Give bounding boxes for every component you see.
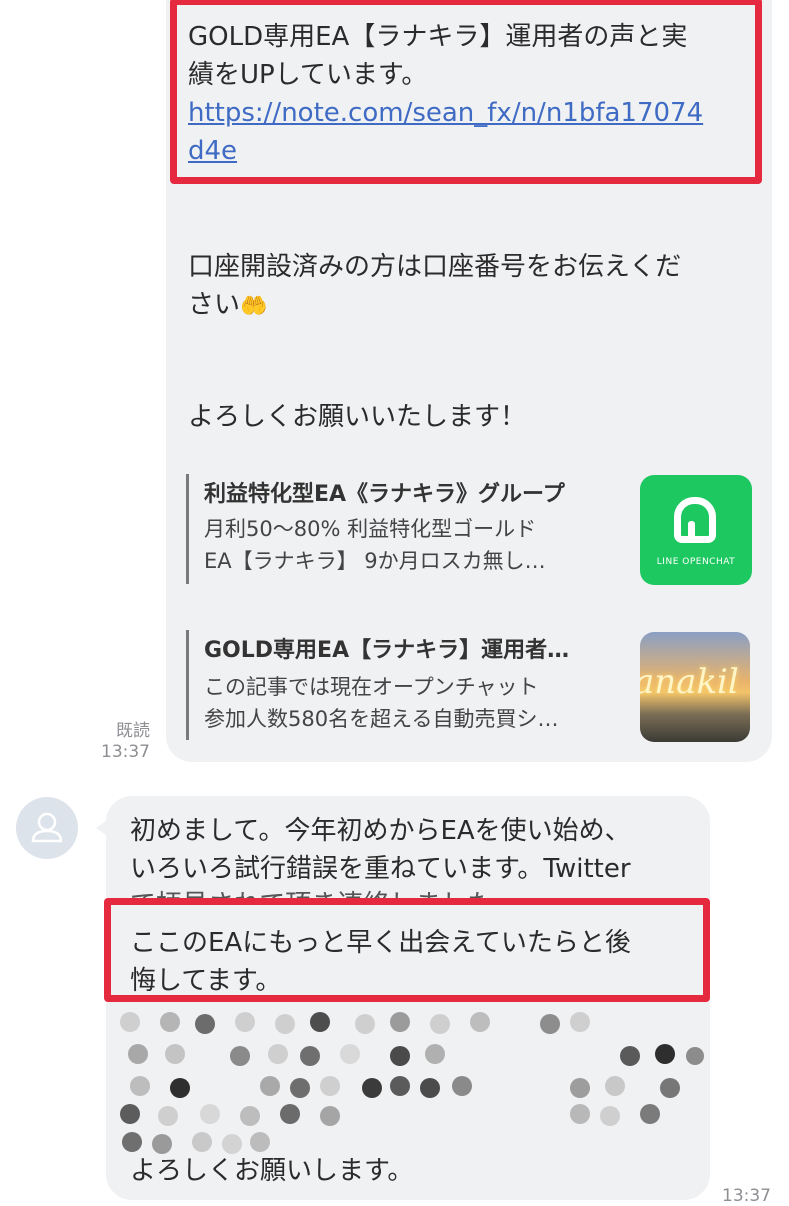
preview-title: 利益特化型EA《ラナキラ》グループ	[204, 482, 565, 507]
preview-title: GOLD専用EA【ラナキラ】運用者…	[204, 638, 570, 663]
preview-description-line1: 月利50〜80% 利益特化型ゴールド	[204, 517, 537, 541]
received-text-line1: 初めまして。今年初めからEAを使い始め、	[130, 816, 631, 846]
open-hands-emoji-icon: 🤲	[240, 294, 268, 319]
received-text-line2: いろいろ試行錯誤を重ねています。Twitter	[130, 854, 631, 884]
received-closing-text: よろしくお願いします。	[130, 1156, 414, 1186]
account-text-line1: 口座開設済みの方は口座番号をお伝えくだ	[188, 252, 682, 282]
note-article-link-cont[interactable]: d4e	[188, 132, 237, 170]
preview-description-line1: この記事では現在オープンチャット	[204, 675, 539, 699]
received-timestamp: 13:37	[722, 1186, 771, 1206]
sent-timestamp: 13:37	[101, 742, 150, 762]
intro-text-line2: 績をUPしています。	[188, 60, 428, 90]
intro-text-line1: GOLD専用EA【ラナキラ】運用者の声と実	[188, 22, 688, 52]
account-text-line2-label: さい	[188, 290, 241, 320]
highlighted-text-line1: ここのEAにもっと早く出会えていたらと後	[130, 928, 631, 958]
preview-description-line2: 参加人数580名を超える自動売買シ…	[204, 707, 559, 731]
line-openchat-thumbnail[interactable]: LINE OPENCHAT	[640, 475, 752, 585]
openchat-logo-bar	[688, 521, 695, 539]
openchat-logo-icon	[674, 497, 716, 543]
preview-description-line2: EA【ラナキラ】 9か月ロスカ無し…	[204, 549, 546, 573]
highlighted-text-line2: 悔してます。	[130, 966, 282, 996]
article-photo-thumbnail[interactable]: anakil	[640, 632, 750, 742]
person-icon	[31, 812, 63, 843]
preview-divider	[186, 630, 189, 740]
closing-text: よろしくお願いいたします！	[188, 402, 527, 432]
account-text-line2: さい🤲	[188, 286, 267, 326]
photo-script-text: anakil	[640, 662, 739, 702]
note-article-link[interactable]: https://note.com/sean_fx/n/n1bfa17074	[188, 94, 703, 132]
sender-avatar[interactable]	[16, 797, 78, 859]
read-status: 既読	[116, 721, 150, 741]
pixelated-mosaic-area	[120, 1012, 704, 1154]
preview-divider	[186, 474, 189, 584]
openchat-thumb-label: LINE OPENCHAT	[656, 557, 736, 567]
